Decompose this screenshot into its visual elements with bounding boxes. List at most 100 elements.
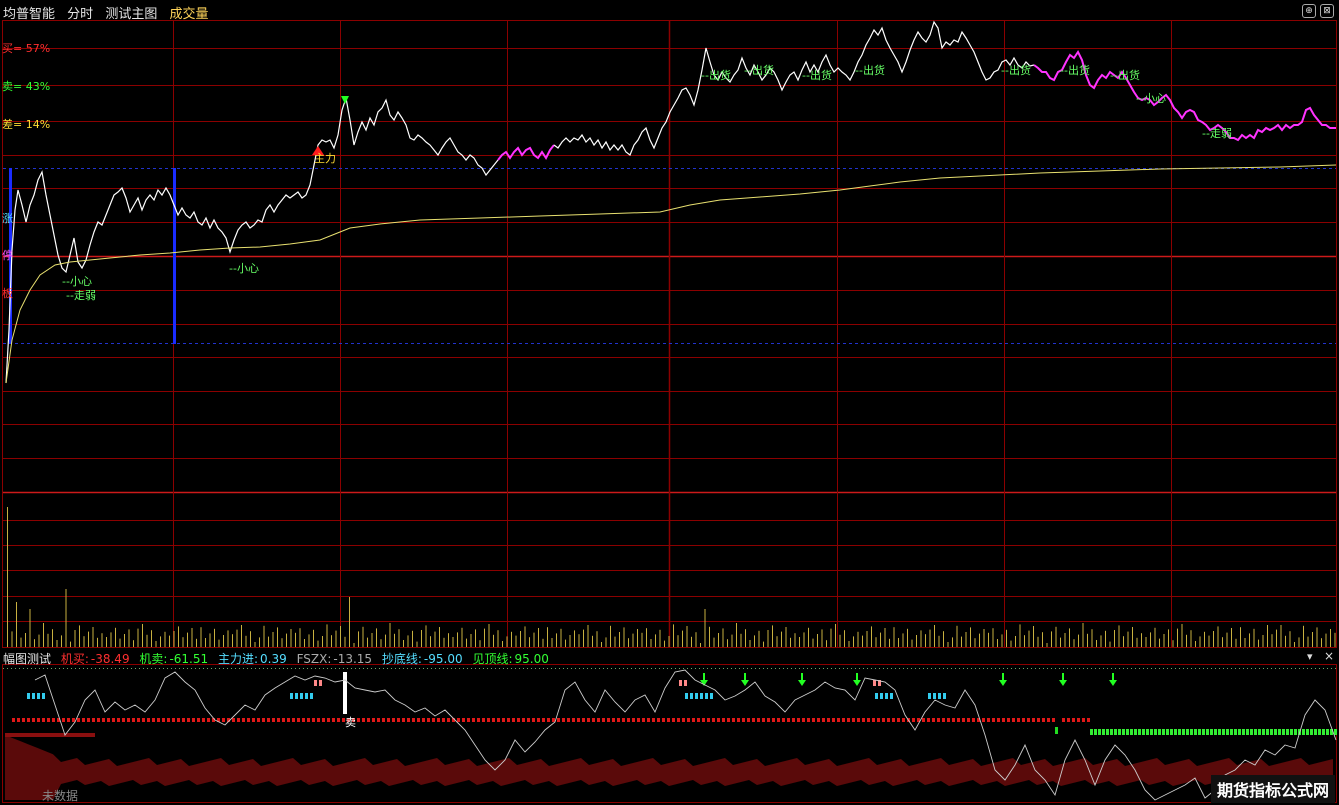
down-arrow-icon [1059, 680, 1067, 686]
volume-bar [29, 609, 31, 647]
volume-bar [1294, 642, 1295, 647]
buy-pressure-dot [772, 718, 775, 722]
buy-pressure-dot [302, 718, 305, 722]
buy-pressure-dot [262, 718, 265, 722]
buy-pressure-dot [87, 718, 90, 722]
stock-name[interactable]: 均普智能 [3, 7, 55, 22]
signal-sell-out: --出货 [744, 64, 774, 77]
volume-bar [209, 633, 211, 647]
volume-bar [340, 626, 341, 647]
buy-pressure-dot [447, 718, 450, 722]
volume-bar [1087, 633, 1088, 647]
buy-pressure-dot [557, 718, 560, 722]
buy-pressure-dot [182, 718, 185, 722]
indicator-name[interactable]: 幅图测试 [3, 652, 51, 666]
volume-bar [682, 630, 683, 647]
volume-bar [574, 630, 575, 647]
volume-bar [493, 634, 494, 647]
buy-pressure-dot [547, 718, 550, 722]
add-icon[interactable]: ⊕ [1302, 4, 1316, 18]
volume-bar [299, 628, 301, 647]
signal-dot [27, 693, 30, 699]
signal-sell-out: --出货 [855, 64, 885, 77]
buy-pressure-dot [152, 718, 155, 722]
buy-pressure-dot [962, 718, 965, 722]
buy-pressure-dot [512, 718, 515, 722]
volume-bar [601, 642, 602, 647]
jimai-label: 机买: [60, 652, 89, 666]
buy-pressure-dot [677, 718, 680, 722]
sell-pressure-dot [1055, 727, 1058, 734]
close-icon[interactable]: × [1324, 649, 1334, 663]
buy-pressure-dot [372, 718, 375, 722]
volume-bar [272, 632, 274, 647]
volume-bar [443, 637, 445, 647]
volume-bar [610, 625, 611, 647]
signal-dot [310, 693, 313, 699]
fszx-label: FSZX: [296, 652, 332, 666]
volume-bar [1177, 628, 1178, 647]
sell-pressure-dot [1134, 729, 1137, 735]
chaodi-label: 抄底线: [381, 652, 422, 666]
buy-pressure-dot [647, 718, 650, 722]
buy-pressure-dot [912, 718, 915, 722]
dropdown-icon[interactable]: ▾ [1307, 650, 1313, 663]
volume-bar [506, 636, 508, 647]
volume-bar [970, 627, 971, 647]
volume-bar [403, 640, 404, 647]
buy-pressure-dot [247, 718, 250, 722]
signal-weak-2: --走弱 [1202, 127, 1232, 140]
volume-bar [47, 633, 49, 647]
volume-bar [398, 629, 400, 647]
volume-bar [1028, 630, 1030, 647]
volume-bar [803, 632, 805, 647]
volume-bar [119, 638, 121, 647]
chart-canvas[interactable] [0, 0, 1339, 805]
volume-bar [142, 624, 143, 647]
buy-pressure-dot [507, 718, 510, 722]
buy-pressure-dot [812, 718, 815, 722]
volume-bar [439, 627, 440, 647]
sell-ratio: 卖= 43% [2, 80, 51, 93]
volume-bar [862, 635, 863, 647]
buy-pressure-dot [892, 718, 895, 722]
volume-bar [286, 633, 287, 647]
buy-pressure-dot [222, 718, 225, 722]
volume-bar [1154, 627, 1156, 647]
buy-pressure-dot [947, 718, 950, 722]
signal-sell-out: --出货 [1001, 64, 1031, 77]
volume-bar [1123, 636, 1124, 647]
volume-bar [632, 633, 634, 647]
volume-bar [992, 628, 994, 647]
buy-pressure-dot [502, 718, 505, 722]
buy-pressure-dot [67, 718, 70, 722]
template-name[interactable]: 测试主图 [105, 7, 157, 22]
volume-bar [313, 629, 314, 647]
buy-pressure-dot [662, 718, 665, 722]
volume-bar [560, 628, 562, 647]
buy-pressure-dot [882, 718, 885, 722]
jimai-value: -38.49 [90, 652, 130, 666]
buy-pressure-dot [757, 718, 760, 722]
buy-pressure-dot [37, 718, 40, 722]
volume-bar [259, 637, 260, 647]
volume-label[interactable]: 成交量 [169, 7, 208, 22]
buy-pressure-dot [1087, 718, 1090, 722]
buy-pressure-dot [707, 718, 710, 722]
view-mode[interactable]: 分时 [67, 7, 93, 22]
volume-bar [857, 631, 859, 647]
volume-bar [317, 640, 319, 647]
alert-dot [319, 680, 322, 686]
close-chart-icon[interactable]: ⊠ [1320, 4, 1334, 18]
volume-bar [884, 628, 886, 647]
buy-pressure-dot [727, 718, 730, 722]
buy-pressure-dot [992, 718, 995, 722]
buy-pressure-dot [1007, 718, 1010, 722]
buy-pressure-dot [842, 718, 845, 722]
sell-pressure-dot [1234, 729, 1237, 735]
volume-bar [11, 631, 13, 647]
volume-bar [776, 636, 778, 647]
volume-bar [88, 631, 89, 647]
buy-pressure-dot [607, 718, 610, 722]
buy-pressure-dot [337, 718, 340, 722]
